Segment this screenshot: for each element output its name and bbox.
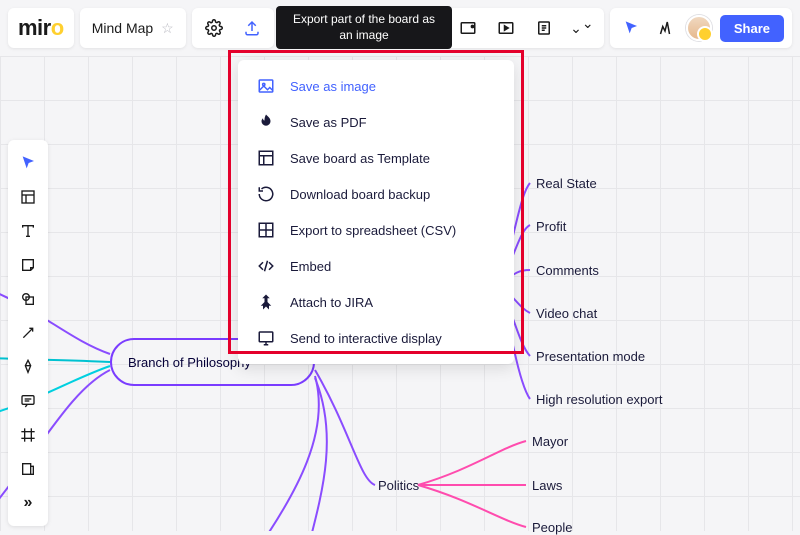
mindmap-leaf[interactable]: Comments <box>536 263 599 278</box>
board-title: Mind Map <box>92 20 153 36</box>
more-tools-button[interactable]: » <box>12 487 44 519</box>
mindmap-leaf[interactable]: Video chat <box>536 306 597 321</box>
notes-button[interactable] <box>526 10 562 46</box>
mindmap-node-politics[interactable]: Politics <box>378 478 419 493</box>
card-tool[interactable] <box>12 453 44 485</box>
backup-icon <box>256 184 276 204</box>
export-button[interactable] <box>234 10 270 46</box>
frame-tool[interactable] <box>12 419 44 451</box>
export-item-label: Attach to JIRA <box>290 295 373 310</box>
presentation-button[interactable] <box>488 10 524 46</box>
mindmap-leaf[interactable]: Laws <box>532 478 562 493</box>
export-item-label: Save board as Template <box>290 151 430 166</box>
export-item-jira[interactable]: Attach to JIRA <box>238 284 514 320</box>
mindmap-leaf[interactable]: Presentation mode <box>536 349 645 364</box>
right-cluster: ⌄⌄ Share <box>446 8 792 48</box>
avatar[interactable] <box>686 15 712 41</box>
cursor-indicator-icon[interactable] <box>618 10 644 46</box>
share-card: Share <box>610 8 792 48</box>
jira-icon <box>256 292 276 312</box>
star-icon[interactable]: ☆ <box>161 20 174 37</box>
export-item-label: Save as image <box>290 79 376 94</box>
embed-icon <box>256 256 276 276</box>
comment-tool[interactable] <box>12 385 44 417</box>
spreadsheet-icon <box>256 220 276 240</box>
template-tool[interactable] <box>12 181 44 213</box>
export-item-save-template[interactable]: Save board as Template <box>238 140 514 176</box>
export-tooltip: Export part of the board as an image <box>276 6 452 49</box>
export-item-label: Download board backup <box>290 187 430 202</box>
logo[interactable]: miro <box>8 8 74 48</box>
export-item-label: Embed <box>290 259 331 274</box>
view-tools-card: ⌄⌄ <box>446 8 604 48</box>
export-item-interactive-display[interactable]: Send to interactive display <box>238 320 514 356</box>
logo-text: miro <box>18 15 64 41</box>
shape-tool[interactable] <box>12 283 44 315</box>
export-item-label: Export to spreadsheet (CSV) <box>290 223 456 238</box>
export-item-embed[interactable]: Embed <box>238 248 514 284</box>
select-tool[interactable] <box>12 147 44 179</box>
export-item-save-image[interactable]: Save as image <box>238 68 514 104</box>
export-item-save-pdf[interactable]: Save as PDF <box>238 104 514 140</box>
template-icon <box>256 148 276 168</box>
board-actions-card <box>192 8 274 48</box>
export-item-csv[interactable]: Export to spreadsheet (CSV) <box>238 212 514 248</box>
left-toolbar: » <box>8 140 48 526</box>
export-item-download-backup[interactable]: Download board backup <box>238 176 514 212</box>
export-menu: Save as image Save as PDF Save board as … <box>238 60 514 364</box>
export-item-label: Save as PDF <box>290 115 367 130</box>
text-tool[interactable] <box>12 215 44 247</box>
more-apps-button[interactable]: ⌄⌄ <box>564 10 600 46</box>
pen-tool[interactable] <box>12 351 44 383</box>
reactions-button[interactable] <box>652 10 678 46</box>
frame-button[interactable] <box>450 10 486 46</box>
line-tool[interactable] <box>12 317 44 349</box>
settings-button[interactable] <box>196 10 232 46</box>
pdf-icon <box>256 112 276 132</box>
mindmap-leaf[interactable]: Real State <box>536 176 597 191</box>
mindmap-leaf[interactable]: Mayor <box>532 434 568 449</box>
sticky-tool[interactable] <box>12 249 44 281</box>
share-button[interactable]: Share <box>720 15 784 42</box>
mindmap-leaf[interactable]: High resolution export <box>536 392 662 407</box>
mindmap-leaf[interactable]: Profit <box>536 219 566 234</box>
display-icon <box>256 328 276 348</box>
board-title-card[interactable]: Mind Map ☆ <box>80 8 186 48</box>
root-label: Branch of Philosophy <box>128 355 251 370</box>
mindmap-leaf[interactable]: People <box>532 520 572 535</box>
image-icon <box>256 76 276 96</box>
export-item-label: Send to interactive display <box>290 331 442 346</box>
